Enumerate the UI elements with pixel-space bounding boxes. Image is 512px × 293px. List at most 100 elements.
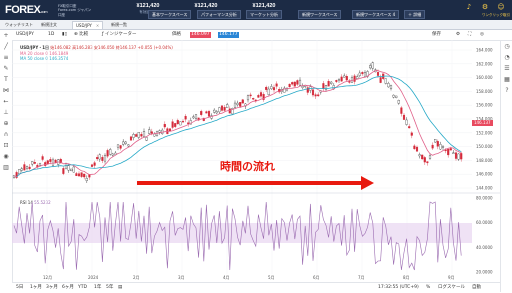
- tab-new-order[interactable]: 新規注文: [38, 21, 60, 28]
- workspace-new-4[interactable]: 新規ワークスペース 4: [352, 10, 400, 19]
- text-icon[interactable]: T: [0, 74, 12, 85]
- horizontal-line-icon[interactable]: ≡: [0, 52, 12, 63]
- range-5d[interactable]: 5日: [16, 284, 23, 292]
- one-click-label[interactable]: ワンクリック取引: [482, 13, 510, 18]
- candle-body: [457, 153, 460, 160]
- zoom-icon[interactable]: ⊕: [0, 118, 12, 129]
- time-tick-label: 2月: [133, 275, 140, 280]
- candle-body: [267, 88, 270, 96]
- percent-toggle[interactable]: %: [426, 284, 430, 292]
- indicators-button[interactable]: ƒ インジケーター: [102, 31, 137, 39]
- crosshair-icon[interactable]: +: [0, 30, 12, 41]
- candle-body: [140, 133, 143, 137]
- rsi-tick-label: 60.0000: [476, 220, 493, 225]
- candle-body: [163, 123, 166, 128]
- notification-icon[interactable]: ♪: [464, 3, 474, 11]
- candle-body: [148, 129, 151, 134]
- settings-icon[interactable]: ⚙: [480, 3, 490, 11]
- alert-icon[interactable]: ◔: [501, 52, 512, 63]
- back-arrow-icon[interactable]: ←: [0, 96, 12, 107]
- log-scale-toggle[interactable]: ログスケール: [438, 284, 465, 292]
- tab-new-list[interactable]: 新規一覧: [108, 21, 130, 28]
- tab-watchlist[interactable]: ウォッチリスト: [2, 21, 36, 28]
- candle-body: [226, 104, 229, 108]
- candle-body: [405, 119, 408, 125]
- calendar-icon[interactable]: ▦: [501, 74, 512, 85]
- candle-body: [330, 81, 333, 84]
- workspace-performance[interactable]: パフォーマンス分析: [197, 10, 241, 19]
- trendline-icon[interactable]: ╱: [0, 41, 12, 52]
- candle-body: [400, 107, 403, 114]
- candle-body: [301, 85, 304, 88]
- bid-price[interactable]: 146.097: [190, 32, 211, 38]
- candle-body: [356, 76, 359, 79]
- range-bar: 5日 1ヶ月 3ヶ月 6ヶ月 YTD 1年 5年 ▤ 17:32:55 (UTC…: [12, 282, 500, 293]
- candle-body: [361, 72, 364, 75]
- price-tick-label: 162.000: [476, 61, 493, 66]
- range-3m[interactable]: 3ヶ月: [46, 284, 58, 292]
- camera-icon[interactable]: ◎: [480, 31, 484, 39]
- time-tick-label: 2024: [88, 275, 99, 280]
- time-tick-label: 6月: [313, 275, 320, 280]
- compare-button[interactable]: ⊕ 比較: [74, 31, 88, 39]
- candle-body: [109, 149, 112, 155]
- range-1m[interactable]: 1ヶ月: [30, 284, 42, 292]
- ruler-icon[interactable]: ⊥: [0, 107, 12, 118]
- candle-body: [129, 136, 133, 141]
- candle-body: [434, 139, 437, 143]
- workspace-new[interactable]: 新規ワークスペース: [298, 10, 342, 19]
- candle-body: [439, 144, 442, 150]
- candle-body: [111, 153, 114, 156]
- candle-body: [132, 134, 135, 138]
- range-5y[interactable]: 5年: [106, 284, 113, 292]
- watch-icon[interactable]: ◷: [501, 41, 512, 52]
- candle-body: [395, 95, 398, 98]
- help-icon[interactable]: ?: [501, 85, 512, 96]
- range-6m[interactable]: 6ヶ月: [62, 284, 74, 292]
- candle-body: [249, 94, 252, 97]
- candle-body: [423, 157, 426, 163]
- calendar-range-icon[interactable]: ▤: [118, 284, 122, 292]
- candle-body: [236, 102, 239, 106]
- tab-usdjpy[interactable]: USD/JPY ✕: [72, 21, 104, 29]
- candle-body: [85, 178, 88, 182]
- time-tick-label: 5月: [268, 275, 275, 280]
- magnet-icon[interactable]: ∩: [0, 129, 12, 140]
- range-1y[interactable]: 1年: [94, 284, 101, 292]
- ask-price[interactable]: 146.177: [218, 32, 239, 38]
- candle-body: [20, 168, 23, 171]
- eye-icon[interactable]: ◉: [0, 151, 12, 162]
- lock-icon[interactable]: ⊡: [0, 140, 12, 151]
- symbol-selector[interactable]: USD/JPY: [16, 31, 34, 39]
- candle-body: [83, 173, 86, 178]
- auto-scale-toggle[interactable]: 自動: [472, 284, 481, 292]
- timeframe-selector[interactable]: 1D: [48, 31, 54, 39]
- candle-body: [408, 126, 411, 129]
- brush-icon[interactable]: ✎: [0, 63, 12, 74]
- account-icon[interactable]: ☺: [496, 3, 506, 11]
- workspace-more[interactable]: ＋ 詳細: [404, 10, 426, 19]
- price-tick-label: 144.000: [476, 186, 493, 191]
- workspace-basic[interactable]: 基本ワークスペース: [148, 10, 192, 19]
- trash-icon[interactable]: ▥: [0, 162, 12, 173]
- candle-body: [327, 81, 330, 87]
- range-ytd[interactable]: YTD: [78, 284, 87, 292]
- candle-body: [213, 109, 216, 113]
- time-tick-label: 3月: [178, 275, 185, 280]
- news-icon[interactable]: ☰: [501, 63, 512, 74]
- save-button[interactable]: 保存: [432, 31, 441, 39]
- candle-body: [80, 172, 83, 177]
- candle-body: [142, 131, 146, 137]
- fullscreen-icon[interactable]: ⛶: [468, 31, 471, 39]
- settings-icon[interactable]: ⚙: [456, 31, 460, 39]
- candle-body: [317, 94, 320, 97]
- last-price-badge: 146.137: [472, 120, 493, 126]
- candle-body: [220, 105, 224, 111]
- candle-body: [153, 133, 156, 137]
- workspace-market[interactable]: マーケット分析: [246, 10, 282, 19]
- chart-type-icon[interactable]: ▮▯: [62, 31, 67, 39]
- pattern-icon[interactable]: ⋈: [0, 85, 12, 96]
- candle-body: [311, 89, 315, 96]
- mode-selector[interactable]: 価格: [172, 31, 181, 39]
- candle-body: [241, 99, 244, 104]
